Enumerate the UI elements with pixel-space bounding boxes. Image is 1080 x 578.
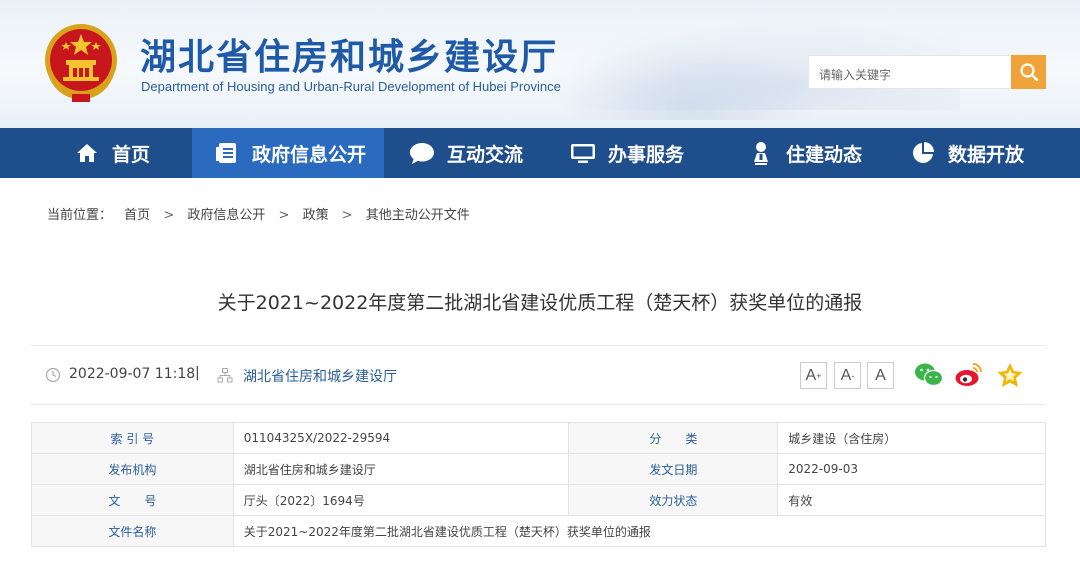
search-icon: [1019, 63, 1038, 82]
article-title: 关于2021~2022年度第二批湖北省建设优质工程（楚天杯）获奖单位的通报: [217, 292, 863, 314]
font-size-small-button[interactable]: A: [867, 362, 894, 389]
search-button[interactable]: [1011, 55, 1046, 89]
font-size-medium-button[interactable]: A-: [834, 362, 861, 389]
breadcrumb-prefix: 当前位置：: [47, 208, 113, 223]
breadcrumb-link-policy[interactable]: 政策: [303, 204, 329, 223]
font-small-label: A: [875, 366, 886, 384]
national-emblem-icon[interactable]: [42, 20, 120, 104]
header-cloud-decoration: [560, 40, 820, 120]
issue-date-value: 2022-09-03: [777, 453, 1046, 485]
doc-number-label: 文 号: [31, 484, 234, 516]
breadcrumb-separator: >: [341, 208, 353, 223]
issue-date-label: 发文日期: [568, 453, 779, 485]
table-row: 文 号 厅头〔2022〕1694号 效力状态 有效: [31, 484, 1046, 516]
status-value: 有效: [777, 484, 1046, 516]
nav-label: 住建动态: [786, 143, 863, 166]
index-label: 索 引 号: [31, 422, 234, 454]
weibo-icon[interactable]: [954, 361, 984, 389]
breadcrumb: 当前位置： 首页 > 政府信息公开 > 政策 > 其他主动公开文件: [47, 204, 470, 223]
site-subtitle: Department of Housing and Urban-Rural De…: [141, 79, 561, 94]
nav-item-interaction[interactable]: 互动交流: [384, 128, 548, 178]
main-nav: 首页 政府信息公开 互动交流 办事服务 住建动态 数据开放: [0, 128, 1080, 178]
font-size-large-button[interactable]: A +: [800, 362, 827, 389]
clock-icon: [45, 367, 61, 383]
status-label: 效力状态: [568, 484, 779, 516]
nav-label: 政府信息公开: [252, 143, 367, 166]
publish-datetime: 2022-09-07 11:18: [69, 366, 196, 382]
index-value: 01104325X/2022-29594: [232, 422, 570, 454]
nav-item-services[interactable]: 办事服务: [548, 128, 712, 178]
doc-number-value: 厅头〔2022〕1694号: [232, 484, 570, 516]
nav-item-open-data[interactable]: 数据开放: [878, 128, 1080, 178]
meta-divider: |: [195, 365, 200, 381]
breadcrumb-link-other-files[interactable]: 其他主动公开文件: [366, 204, 470, 223]
favorite-star-icon[interactable]: [995, 361, 1025, 389]
nav-item-gov-info[interactable]: 政府信息公开: [192, 128, 384, 178]
publisher-source: 湖北省住房和城乡建设厅: [243, 369, 397, 385]
breadcrumb-separator: >: [163, 208, 175, 223]
table-row: 索 引 号 01104325X/2022-29594 分 类 城乡建设（含住房）: [31, 422, 1046, 454]
person-pin-icon: [748, 140, 774, 166]
category-value: 城乡建设（含住房）: [777, 422, 1046, 454]
filename-value: 关于2021~2022年度第二批湖北省建设优质工程（楚天杯）获奖单位的通报: [232, 515, 1047, 547]
pie-chart-icon: [910, 140, 936, 166]
wechat-icon[interactable]: [914, 361, 944, 389]
document-list-icon: [214, 140, 240, 166]
nav-label: 首页: [112, 143, 151, 166]
table-row: 发布机构 湖北省住房和城乡建设厅 发文日期 2022-09-03: [31, 453, 1046, 485]
chat-bubble-icon: [409, 140, 435, 166]
org-chart-icon: [217, 368, 233, 383]
publisher-label: 发布机构: [31, 453, 234, 485]
home-icon: [74, 140, 100, 166]
filename-label: 文件名称: [31, 515, 234, 547]
article-meta-bar: 2022-09-07 11:18 | 湖北省住房和城乡建设厅 A + A- A: [31, 345, 1046, 405]
search-input[interactable]: 请输入关键字: [808, 55, 1012, 89]
nav-label: 数据开放: [948, 143, 1025, 166]
nav-label: 办事服务: [608, 143, 685, 166]
document-info-table: 索 引 号 01104325X/2022-29594 分 类 城乡建设（含住房）…: [31, 422, 1047, 547]
nav-item-home[interactable]: 首页: [0, 128, 192, 178]
monitor-icon: [570, 140, 596, 166]
category-label: 分 类: [568, 422, 779, 454]
font-large-label: A: [805, 366, 817, 384]
table-row: 文件名称 关于2021~2022年度第二批湖北省建设优质工程（楚天杯）获奖单位的…: [31, 515, 1047, 547]
site-header: 湖北省住房和城乡建设厅 Department of Housing and Ur…: [0, 0, 1080, 128]
font-medium-label: A: [840, 366, 852, 384]
breadcrumb-link-home[interactable]: 首页: [124, 204, 150, 223]
publisher-value: 湖北省住房和城乡建设厅: [232, 453, 570, 485]
nav-label: 互动交流: [447, 143, 524, 166]
breadcrumb-separator: >: [278, 208, 290, 223]
site-title: 湖北省住房和城乡建设厅: [140, 36, 559, 78]
nav-item-news[interactable]: 住建动态: [712, 128, 878, 178]
breadcrumb-link-gov-info[interactable]: 政府信息公开: [187, 204, 265, 223]
